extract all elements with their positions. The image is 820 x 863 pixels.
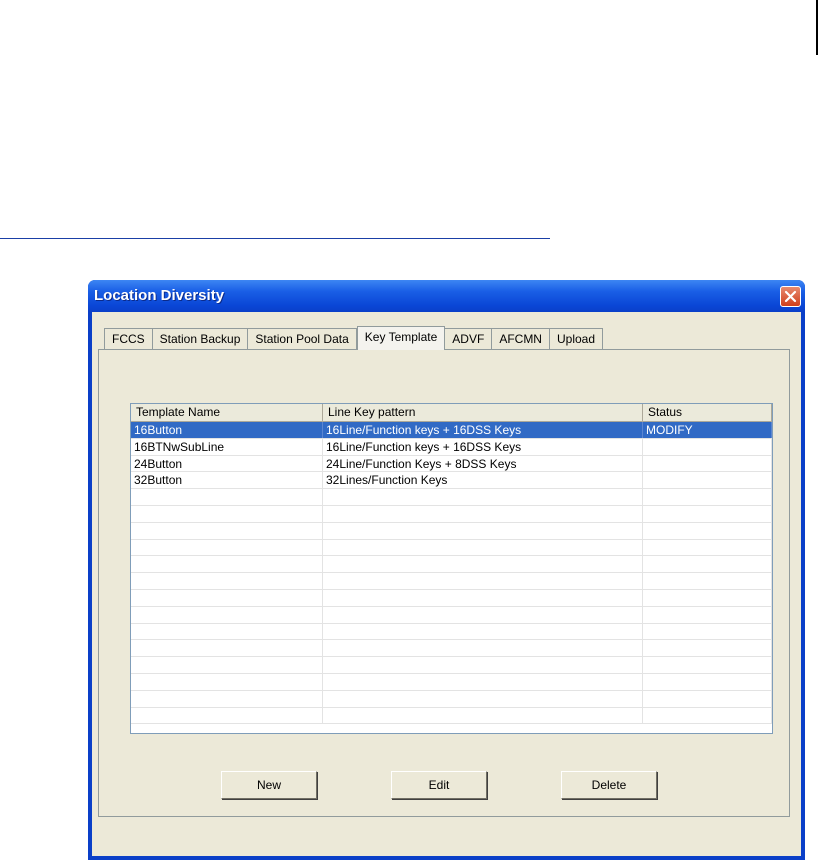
table-cell <box>643 472 772 489</box>
table-cell <box>643 640 772 657</box>
table-cell: 32Button <box>131 472 323 489</box>
table-cell <box>643 589 772 606</box>
window-title: Location Diversity <box>94 287 225 304</box>
edit-button[interactable]: Edit <box>391 771 487 799</box>
list-header: Template Name Line Key pattern Status <box>131 404 772 422</box>
table-cell <box>643 455 772 472</box>
table-cell <box>643 690 772 707</box>
empty-row <box>131 640 772 658</box>
page-edge-bar <box>816 0 818 55</box>
table-row[interactable]: 16BTNwSubLine 16Line/Function keys + 16DS… <box>131 438 772 456</box>
tab-strip: FCCS Station Backup Station Pool Data Ke… <box>104 326 604 350</box>
table-cell: 16Line/Function keys + 16DSS Keys <box>323 438 643 455</box>
page-divider-line <box>0 238 550 239</box>
table-cell <box>643 438 772 455</box>
table-cell <box>323 623 643 640</box>
table-cell: 24Button <box>131 455 323 472</box>
table-cell <box>643 489 772 505</box>
table-cell <box>643 522 772 539</box>
table-cell <box>323 640 643 657</box>
empty-row <box>131 573 772 590</box>
tab-upload[interactable]: Upload <box>549 328 604 350</box>
dialog-window: Location Diversity FCCS Station Backup S… <box>88 280 805 860</box>
column-header-line-key-pattern[interactable]: Line Key pattern <box>323 404 643 421</box>
table-cell <box>131 539 323 556</box>
table-cell <box>131 573 323 589</box>
empty-row <box>131 589 772 607</box>
empty-row <box>131 690 772 708</box>
empty-row <box>131 556 772 574</box>
delete-button[interactable]: Delete <box>561 771 657 799</box>
title-bar[interactable]: Location Diversity <box>88 280 805 312</box>
table-cell: 16Button <box>131 422 323 438</box>
table-cell <box>323 673 643 690</box>
tab-fccs[interactable]: FCCS <box>104 328 153 350</box>
table-cell: 16BTNwSubLine <box>131 438 323 455</box>
table-cell <box>643 657 772 673</box>
empty-row <box>131 489 772 506</box>
empty-row <box>131 505 772 523</box>
table-cell <box>131 707 323 724</box>
table-cell <box>131 556 323 573</box>
tab-afcmn[interactable]: AFCMN <box>492 328 550 350</box>
table-cell <box>643 623 772 640</box>
close-button[interactable] <box>780 286 801 307</box>
table-cell <box>323 690 643 707</box>
table-cell: 32Lines/Function Keys <box>323 472 643 489</box>
table-cell <box>643 539 772 556</box>
empty-row <box>131 522 772 540</box>
table-cell <box>323 657 643 673</box>
table-row[interactable]: 24Button 24Line/Function Keys + 8DSS Keys <box>131 455 772 473</box>
table-cell <box>131 589 323 606</box>
table-cell <box>323 556 643 573</box>
table-cell <box>323 489 643 505</box>
table-cell <box>323 573 643 589</box>
table-cell <box>323 589 643 606</box>
tab-panel-key-template: Template Name Line Key pattern Status 16… <box>98 349 790 817</box>
tab-station-backup[interactable]: Station Backup <box>152 328 249 350</box>
table-row[interactable]: 32Button 32Lines/Function Keys <box>131 472 772 490</box>
tab-key-template[interactable]: Key Template <box>356 326 446 350</box>
table-cell <box>131 606 323 623</box>
table-row[interactable]: 16Button 16Line/Function keys + 16DSS Key… <box>131 422 772 439</box>
table-cell <box>643 707 772 724</box>
table-cell <box>131 640 323 657</box>
table-cell <box>323 707 643 724</box>
table-cell <box>131 505 323 522</box>
table-cell: 24Line/Function Keys + 8DSS Keys <box>323 455 643 472</box>
close-icon <box>784 290 797 303</box>
tab-station-pool-data[interactable]: Station Pool Data <box>248 328 357 350</box>
list-body: 16Button 16Line/Function keys + 16DSS Key… <box>131 422 772 725</box>
column-header-status[interactable]: Status <box>643 404 772 421</box>
table-cell <box>323 505 643 522</box>
column-header-template-name[interactable]: Template Name <box>131 404 323 421</box>
empty-row <box>131 707 772 725</box>
table-cell <box>643 606 772 623</box>
table-cell <box>131 522 323 539</box>
table-cell <box>131 489 323 505</box>
table-cell <box>323 522 643 539</box>
table-cell: 16Line/Function keys + 16DSS Keys <box>323 422 643 438</box>
empty-row <box>131 606 772 624</box>
tab-advf[interactable]: ADVF <box>445 328 493 350</box>
table-cell <box>131 690 323 707</box>
table-cell: MODIFY <box>643 422 772 438</box>
dialog-client-area: FCCS Station Backup Station Pool Data Ke… <box>92 312 801 856</box>
table-cell <box>131 657 323 673</box>
table-cell <box>323 606 643 623</box>
table-cell <box>131 623 323 640</box>
empty-row <box>131 623 772 641</box>
table-cell <box>643 673 772 690</box>
table-cell <box>643 556 772 573</box>
table-cell <box>643 573 772 589</box>
template-list[interactable]: Template Name Line Key pattern Status 16… <box>130 403 773 734</box>
table-cell <box>323 539 643 556</box>
empty-row <box>131 539 772 557</box>
empty-row <box>131 673 772 691</box>
table-cell <box>131 673 323 690</box>
table-cell <box>643 505 772 522</box>
empty-row <box>131 657 772 674</box>
new-button[interactable]: New <box>221 771 317 799</box>
